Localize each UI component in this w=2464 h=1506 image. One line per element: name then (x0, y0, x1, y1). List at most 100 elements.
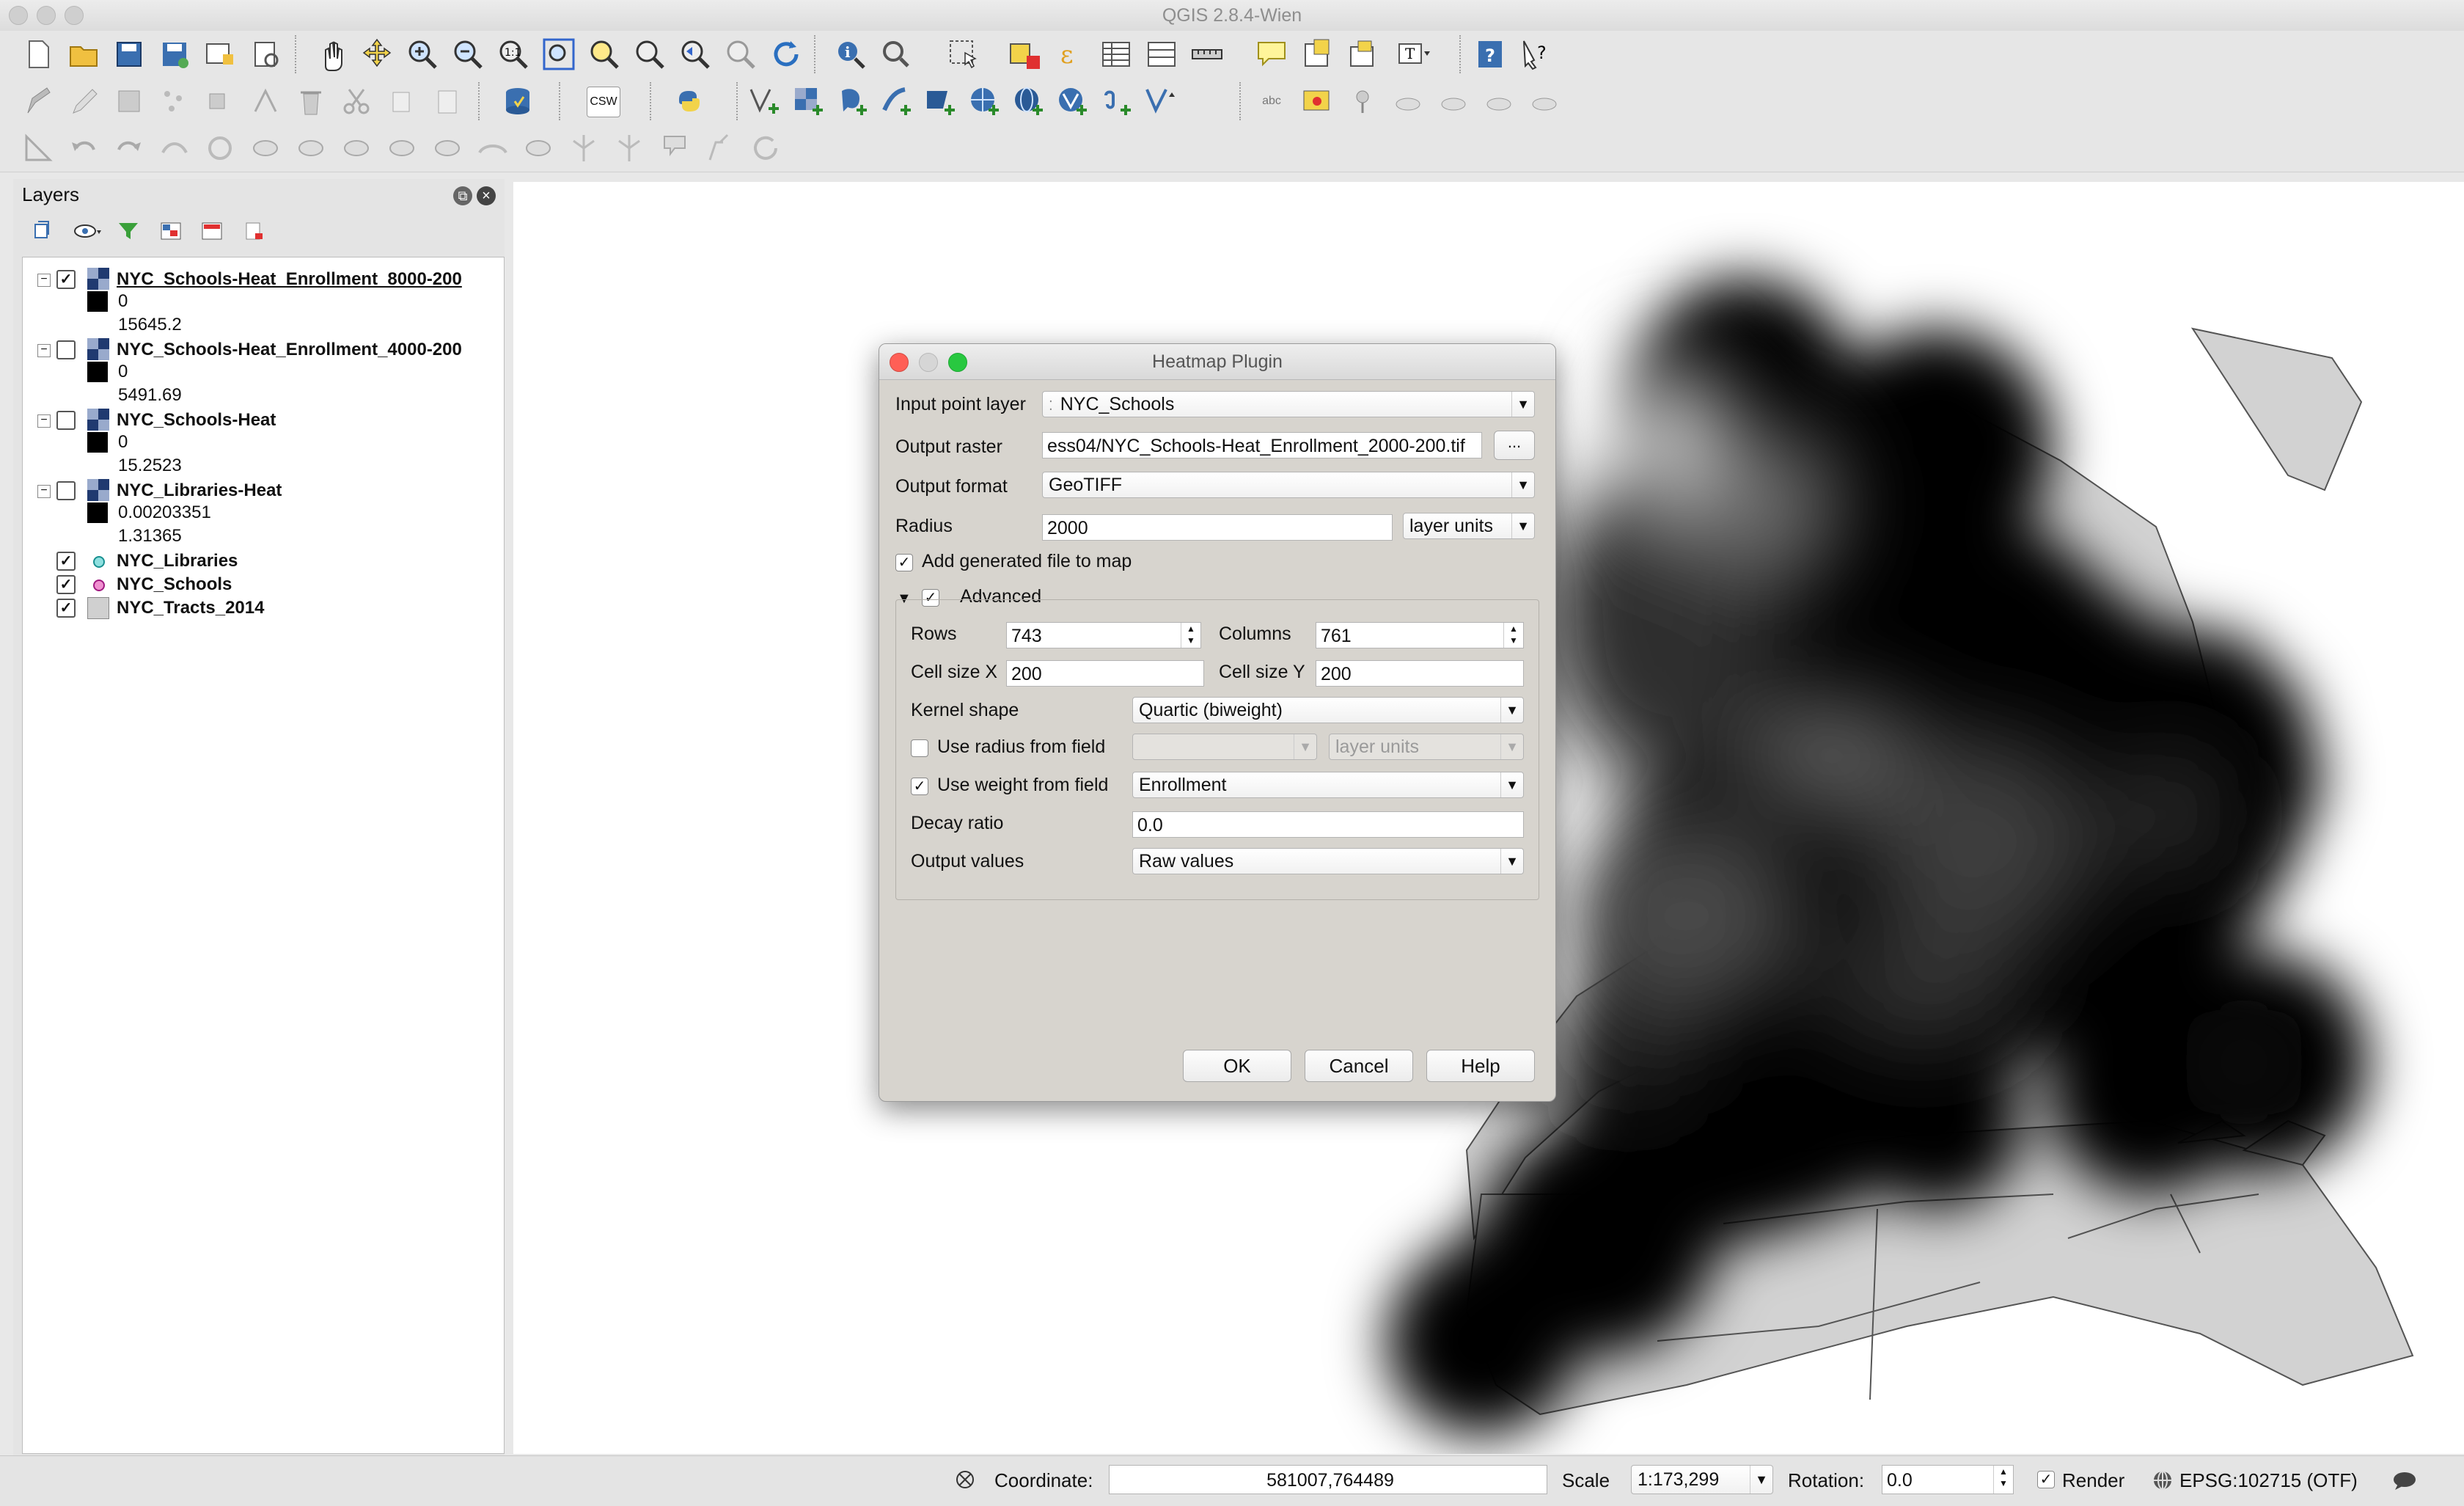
label-tool-icon[interactable]: abc (1254, 84, 1289, 119)
merge-attributes-icon[interactable] (657, 131, 692, 166)
add-delimited-text-icon[interactable] (1099, 84, 1134, 119)
zoom-to-selection-icon[interactable] (587, 37, 622, 72)
composer-manager-icon[interactable] (248, 37, 283, 72)
help-button[interactable]: Help (1426, 1050, 1535, 1082)
expand-all-icon[interactable] (160, 220, 182, 242)
redo-icon[interactable] (111, 131, 147, 166)
layer-visibility-checkbox[interactable]: ✓ (56, 270, 76, 289)
rotate-label-icon[interactable] (1481, 84, 1517, 119)
crs-label[interactable]: EPSG:102715 (OTF) (2179, 1469, 2358, 1492)
new-project-icon[interactable] (21, 37, 56, 72)
offset-curve-icon[interactable] (475, 131, 510, 166)
float-panel-icon[interactable]: ⧉ (453, 186, 472, 205)
open-project-icon[interactable] (66, 37, 101, 72)
split-parts-icon[interactable] (566, 131, 601, 166)
output-format-select[interactable]: GeoTIFF ▼ (1042, 472, 1535, 498)
collapse-all-icon[interactable] (201, 220, 223, 242)
columns-stepper[interactable]: ▲ ▼ (1503, 623, 1523, 648)
filter-legend-icon[interactable] (117, 220, 139, 242)
layer-item[interactable]: − ✓ NYC_Schools-Heat_Enrollment_8000-200 (23, 268, 499, 291)
browse-button[interactable]: ... (1494, 431, 1535, 460)
collapse-toggle[interactable]: − (37, 414, 51, 428)
map-tips-icon[interactable] (1254, 37, 1289, 72)
decay-ratio-input[interactable]: 0.0 (1132, 811, 1524, 838)
text-annotation-icon[interactable]: T (1396, 37, 1431, 72)
columns-input[interactable]: 761 ▲ ▼ (1316, 622, 1524, 648)
identify-icon[interactable]: i (833, 37, 868, 72)
layer-item[interactable]: ✓ NYC_Tracts_2014 (23, 596, 499, 620)
zoom-native-icon[interactable]: 1:1 (496, 37, 531, 72)
layer-item[interactable]: ✓ NYC_Libraries (23, 549, 499, 573)
remove-layer-icon[interactable] (243, 220, 265, 242)
measure-icon[interactable] (1189, 37, 1225, 72)
new-bookmark-icon[interactable] (1299, 37, 1335, 72)
layer-visibility-checkbox[interactable] (56, 340, 76, 359)
rotation-input[interactable]: 0.0 ▲ ▼ (1882, 1465, 2014, 1494)
help-icon[interactable]: ? (1473, 37, 1508, 72)
rotation-stepper[interactable]: ▲ ▼ (1993, 1466, 2013, 1494)
rotate-point-symbols-icon[interactable] (703, 131, 738, 166)
weight-field-checkbox[interactable]: ✓ (911, 778, 928, 795)
whats-this-icon[interactable]: ? (1518, 37, 1553, 72)
output-values-select[interactable]: Raw values ▼ (1132, 848, 1524, 874)
select-features-icon[interactable] (946, 37, 981, 72)
add-wcs-layer-icon[interactable] (1011, 84, 1046, 119)
new-print-composer-icon[interactable] (202, 37, 238, 72)
db-manager-icon[interactable] (500, 84, 535, 119)
node-tool-icon[interactable] (248, 84, 283, 119)
cut-features-icon[interactable] (339, 84, 374, 119)
copy-features-icon[interactable] (384, 84, 419, 119)
messages-icon[interactable] (2392, 1471, 2417, 1491)
csw-icon[interactable]: CSW (587, 87, 620, 117)
attribute-table-icon[interactable] (1099, 37, 1134, 72)
layer-item[interactable]: − NYC_Schools-Heat (23, 409, 499, 432)
change-label-icon[interactable] (1527, 84, 1562, 119)
deselect-icon[interactable] (1008, 37, 1043, 72)
delete-selected-icon[interactable] (293, 84, 329, 119)
add-to-map-checkbox[interactable]: ✓ (895, 554, 913, 571)
add-group-icon[interactable] (31, 220, 53, 242)
layer-item[interactable]: − NYC_Schools-Heat_Enrollment_4000-200 (23, 338, 499, 362)
layer-item[interactable]: ✓ NYC_Schools (23, 573, 499, 596)
radius-input[interactable]: 2000 (1042, 514, 1393, 541)
scale-select[interactable]: 1:173,299 ▼ (1631, 1465, 1773, 1494)
save-layer-edits-icon[interactable] (111, 84, 147, 119)
close-panel-icon[interactable]: × (477, 186, 496, 205)
crs-globe-icon[interactable] (2152, 1469, 2174, 1491)
enable-advanced-digitizing-icon[interactable] (21, 131, 56, 166)
toggle-extents-icon[interactable] (953, 1468, 977, 1491)
collapse-toggle[interactable]: − (37, 274, 51, 287)
current-edits-icon[interactable] (21, 84, 56, 119)
simplify-feature-icon[interactable] (157, 131, 192, 166)
add-wfs-layer-icon[interactable] (1055, 84, 1090, 119)
save-project-icon[interactable] (111, 37, 147, 72)
zoom-out-icon[interactable] (450, 37, 485, 72)
merge-features-icon[interactable] (612, 131, 647, 166)
show-bookmarks-icon[interactable] (1345, 37, 1380, 72)
radius-field-select[interactable]: ▼ (1132, 734, 1317, 760)
new-shapefile-icon[interactable] (1143, 84, 1178, 119)
show-hide-labels-icon[interactable] (1390, 84, 1426, 119)
toggle-editing-icon[interactable] (66, 84, 101, 119)
add-vector-layer-icon[interactable] (747, 84, 782, 119)
layer-visibility-checkbox[interactable]: ✓ (56, 599, 76, 618)
cell-size-y-input[interactable]: 200 (1316, 660, 1524, 687)
add-feature-icon[interactable] (157, 84, 192, 119)
radius-field-checkbox[interactable] (911, 739, 928, 757)
add-wms-layer-icon[interactable] (967, 84, 1002, 119)
kernel-shape-select[interactable]: Quartic (biweight) ▼ (1132, 697, 1524, 723)
python-console-icon[interactable] (672, 84, 707, 119)
weight-field-select[interactable]: Enrollment ▼ (1132, 772, 1524, 798)
reshape-features-icon[interactable] (430, 131, 465, 166)
layer-visibility-checkbox[interactable]: ✓ (56, 575, 76, 594)
rows-input[interactable]: 743 ▲ ▼ (1006, 622, 1201, 648)
rows-stepper[interactable]: ▲ ▼ (1181, 623, 1200, 648)
move-label-icon[interactable] (1436, 84, 1471, 119)
zoom-last-icon[interactable] (678, 37, 713, 72)
radius-field-units-select[interactable]: layer units ▼ (1329, 734, 1524, 760)
add-spatialite-layer-icon[interactable] (879, 84, 914, 119)
ok-button[interactable]: OK (1183, 1050, 1291, 1082)
zoom-next-icon[interactable] (723, 37, 758, 72)
move-feature-icon[interactable] (202, 84, 238, 119)
add-postgis-layer-icon[interactable] (835, 84, 870, 119)
